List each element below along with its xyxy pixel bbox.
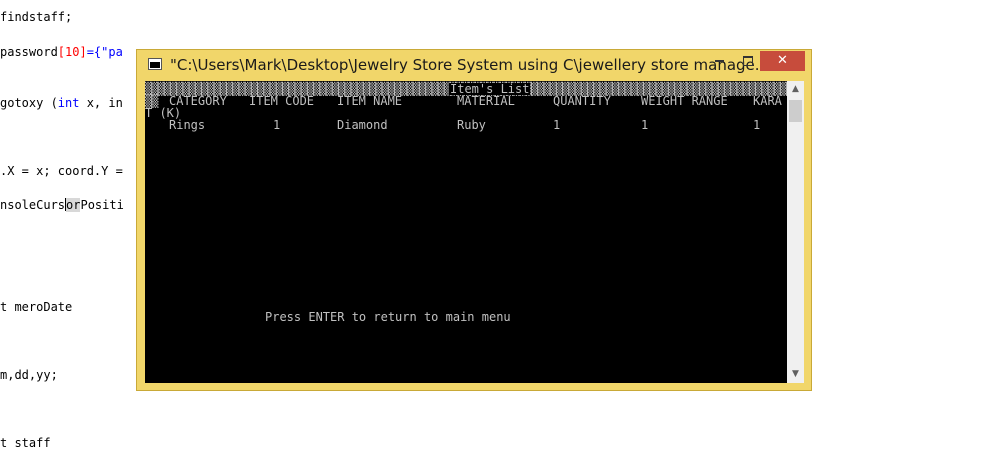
code-line-3: gotoxy (int x, in — [0, 96, 123, 110]
vertical-scrollbar[interactable]: ▲ ▼ — [787, 81, 804, 383]
window-title: "C:\Users\Mark\Desktop\Jewelry Store Sys… — [170, 56, 770, 74]
column-header-material: MATERIAL — [457, 94, 515, 108]
maximize-icon — [742, 55, 753, 66]
cell-item-name: Diamond — [337, 118, 388, 132]
window-titlebar[interactable]: "C:\Users\Mark\Desktop\Jewelry Store Sys… — [137, 50, 811, 81]
return-prompt: Press ENTER to return to main menu — [265, 310, 511, 324]
maximize-button[interactable] — [734, 51, 761, 71]
code-line-7: m,dd,yy; — [0, 368, 58, 382]
close-icon: ✕ — [777, 53, 788, 68]
column-header-karat: KARA — [753, 94, 782, 108]
chevron-up-icon: ▲ — [792, 84, 799, 94]
cell-material: Ruby — [457, 118, 486, 132]
scroll-down-button[interactable]: ▼ — [787, 366, 804, 383]
cell-quantity: 1 — [553, 118, 561, 132]
close-button[interactable]: ✕ — [760, 51, 805, 71]
cell-karat: 1 — [753, 118, 761, 132]
console-output[interactable]: ▒▒▒▒▒▒▒▒▒▒▒▒▒▒▒▒▒▒▒▒▒▒▒▒▒▒▒▒▒▒▒▒▒▒▒▒▒▒▒▒… — [145, 81, 787, 383]
column-header-item-name: ITEM NAME — [337, 94, 403, 108]
cell-category: Rings — [169, 118, 206, 132]
code-line-6: t meroDate — [0, 300, 73, 314]
code-line-5: nsoleCursorPositi — [0, 198, 124, 212]
code-line-1: findstaff; — [0, 10, 73, 24]
cell-item-code: 1 — [273, 118, 281, 132]
minimize-button[interactable] — [706, 51, 733, 71]
console-window[interactable]: "C:\Users\Mark\Desktop\Jewelry Store Sys… — [136, 49, 812, 391]
code-line-8: t staff — [0, 436, 51, 450]
cell-weight-range: 1 — [641, 118, 649, 132]
column-header-quantity: QUANTITY — [553, 94, 611, 108]
chevron-down-icon: ▼ — [792, 369, 799, 379]
scrollbar-thumb[interactable] — [789, 100, 802, 122]
scroll-up-button[interactable]: ▲ — [787, 81, 804, 98]
column-header-item-code: ITEM CODE — [249, 94, 315, 108]
minimize-icon — [715, 59, 724, 62]
code-line-2: password[10]={"pa — [0, 45, 123, 59]
console-app-icon[interactable] — [148, 58, 162, 70]
column-header-weight-range: WEIGHT RANGE — [641, 94, 728, 108]
code-line-4: .X = x; coord.Y = — [0, 164, 123, 178]
